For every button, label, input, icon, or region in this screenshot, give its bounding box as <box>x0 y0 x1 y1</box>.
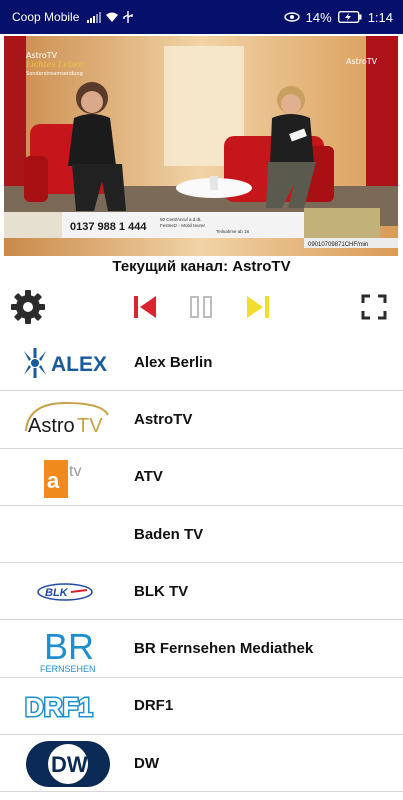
channel-row-dw[interactable]: DW DW <box>0 735 403 793</box>
channel-name: DRF1 <box>134 697 174 715</box>
overlay-logo-right: AstroTV <box>346 57 378 66</box>
player-controls <box>0 283 403 331</box>
ticker-right: 09010709871CHF/min <box>308 242 368 248</box>
fullscreen-icon <box>361 294 387 320</box>
svg-text:DW: DW <box>51 752 88 777</box>
channel-row-astrotv[interactable]: Astro TV AstroTV <box>0 391 403 449</box>
channel-name: DW <box>134 754 159 772</box>
signal-icon <box>87 11 102 23</box>
channel-row-baden-tv[interactable]: Baden TV <box>0 506 403 564</box>
svg-text:BLK: BLK <box>45 587 69 599</box>
alex-logo: ALEX <box>18 338 116 387</box>
pause-button[interactable] <box>181 287 221 327</box>
svg-text:ALEX: ALEX <box>51 353 107 376</box>
channel-row-drf1[interactable]: DRF1 DRF1 <box>0 678 403 736</box>
channel-name: Alex Berlin <box>134 353 213 371</box>
channel-name: AstroTV <box>134 410 193 428</box>
svg-text:BR: BR <box>44 626 94 667</box>
channel-name: BR Fernsehen Mediathek <box>134 640 314 658</box>
channel-name: ATV <box>134 468 163 486</box>
ticker-note-2: Festnetz - Mobil teurer <box>160 223 206 228</box>
channel-name: BLK TV <box>134 582 189 600</box>
svg-text:Astro: Astro <box>28 415 75 437</box>
svg-text:TV: TV <box>77 415 103 437</box>
drf1-logo: DRF1 <box>18 682 116 731</box>
ticker-note-1: 50 Cent/Anruf a.d.dt. <box>160 217 202 222</box>
ticker-phone: 0137 988 1 444 <box>70 221 147 233</box>
channel-row-alex-berlin[interactable]: ALEX Alex Berlin <box>0 334 403 392</box>
overlay-logo-left: AstroTV <box>26 51 58 60</box>
skip-next-icon <box>247 296 269 318</box>
usb-icon <box>123 11 134 23</box>
pause-icon <box>190 296 212 318</box>
atv-logo: a tv <box>18 453 116 502</box>
carrier-name: Coop Mobile <box>12 10 80 24</box>
br-logo: BR FERNSEHEN <box>18 624 116 674</box>
previous-channel-button[interactable] <box>125 287 165 327</box>
settings-button[interactable] <box>8 287 48 327</box>
eye-icon <box>283 12 300 22</box>
battery-percent: 14% <box>305 9 332 25</box>
blk-logo: BLK <box>18 567 116 616</box>
channel-row-blk-tv[interactable]: BLK BLK TV <box>0 563 403 621</box>
current-channel-label: Текущий канал: AstroTV <box>112 258 291 275</box>
channel-row-br-fernsehen[interactable]: BR FERNSEHEN BR Fernsehen Mediathek <box>0 620 403 678</box>
dw-logo: DW <box>18 739 116 788</box>
astrotv-logo: Astro TV <box>18 395 116 444</box>
video-frame: AstroTV Lichtes Leben Sonderstreamsendun… <box>4 36 398 256</box>
fullscreen-button[interactable] <box>354 287 394 327</box>
battery-icon <box>337 11 362 23</box>
svg-text:FERNSEHEN: FERNSEHEN <box>40 664 96 674</box>
channel-name: Baden TV <box>134 525 204 543</box>
clock: 1:14 <box>367 9 393 25</box>
svg-text:DRF1: DRF1 <box>25 692 93 721</box>
svg-text:tv: tv <box>69 463 81 480</box>
overlay-logo-left-caption: Sonderstreamsendung <box>26 71 83 77</box>
ticker-note-3: Teilnahme ab 18 <box>216 229 250 234</box>
wifi-icon <box>106 12 119 22</box>
channel-list: ALEX Alex Berlin Astro TV AstroTV a tv A… <box>0 334 403 793</box>
skip-previous-icon <box>134 296 156 318</box>
overlay-logo-left-sub: Lichtes Leben <box>25 60 83 69</box>
gear-icon <box>11 290 45 324</box>
video-player[interactable]: AstroTV Lichtes Leben Sonderstreamsendun… <box>4 36 398 256</box>
channel-row-atv[interactable]: a tv ATV <box>0 449 403 506</box>
next-channel-button[interactable] <box>238 287 278 327</box>
svg-text:a: a <box>47 468 60 493</box>
baden-tv-logo-placeholder <box>18 510 116 559</box>
status-bar: Coop Mobile 14% 1:14 <box>0 0 403 34</box>
